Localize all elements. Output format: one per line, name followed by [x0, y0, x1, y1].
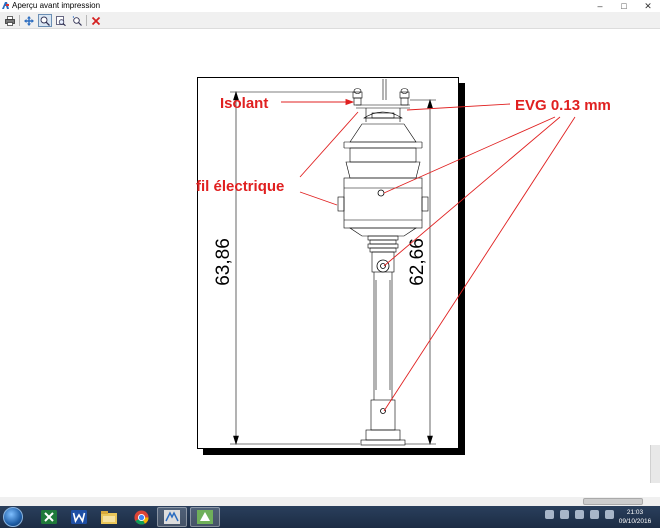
- app-icon: [197, 510, 213, 524]
- evg-point-2-inner: [380, 263, 386, 269]
- taskbar-clock[interactable]: 21:03 09/10/2016: [612, 508, 658, 526]
- taskbar-file-explorer[interactable]: [94, 507, 124, 527]
- horizontal-scrollbar[interactable]: [0, 497, 660, 506]
- clock-date: 09/10/2016: [618, 518, 652, 525]
- label-evg: EVG 0.13 mm: [515, 97, 611, 114]
- taskbar-chrome[interactable]: [126, 507, 156, 527]
- dimension-left-value: 63,86: [213, 238, 234, 286]
- taskbar-word[interactable]: [64, 507, 94, 527]
- excel-icon: [41, 510, 57, 524]
- taskbar: 21:03 09/10/2016: [0, 506, 660, 528]
- clock-time: 21:03: [626, 509, 644, 516]
- dimension-left: [230, 90, 360, 446]
- system-tray: [545, 510, 614, 524]
- windows-start-button[interactable]: [3, 507, 23, 527]
- solidworks-icon: [164, 510, 180, 524]
- taskbar-app[interactable]: [190, 507, 220, 527]
- evg-point-1: [377, 189, 385, 197]
- taskbar-excel[interactable]: [34, 507, 64, 527]
- tray-network-icon[interactable]: [560, 510, 569, 519]
- vertical-scrollbar[interactable]: [650, 445, 660, 483]
- tray-flag-icon[interactable]: [590, 510, 599, 519]
- annotation-leaders: [281, 98, 576, 412]
- technical-drawing: 63,86 62,66 Isolant fil électrique EVG 0…: [196, 79, 611, 446]
- tray-arrow-icon[interactable]: [545, 510, 554, 519]
- file-explorer-icon: [101, 510, 117, 524]
- word-icon: [71, 510, 87, 524]
- horizontal-scroll-thumb[interactable]: [583, 498, 643, 505]
- evg-points: [376, 189, 390, 414]
- chrome-icon: [133, 509, 149, 525]
- taskbar-solidworks[interactable]: [157, 507, 187, 527]
- dimension-right-value: 62,66: [407, 238, 428, 286]
- tray-volume-icon[interactable]: [575, 510, 584, 519]
- label-isolant: Isolant: [220, 95, 268, 112]
- label-fil-electrique: fil électrique: [196, 178, 284, 195]
- print-preview-window: Aperçu avant impression – □ ✕ 63,86 62,6…: [0, 0, 660, 528]
